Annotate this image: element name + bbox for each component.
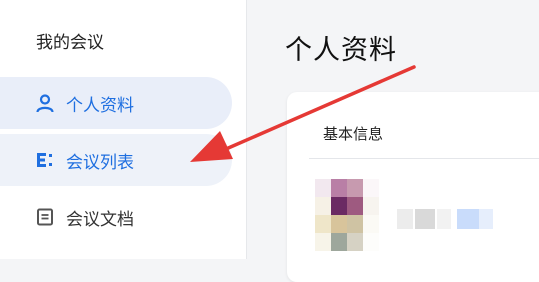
avatar xyxy=(315,179,379,251)
sidebar: 我的会议 个人资料 会议列表 会议文档 xyxy=(0,0,247,259)
profile-card: 基本信息 xyxy=(287,92,539,282)
blurred-tag xyxy=(479,209,493,229)
blurred-tag xyxy=(457,209,479,229)
sidebar-item-meeting-docs[interactable]: 会议文档 xyxy=(0,191,232,243)
sidebar-item-profile[interactable]: 个人资料 xyxy=(0,77,232,129)
blurred-name xyxy=(415,209,435,229)
list-icon xyxy=(34,149,56,171)
card-header: 基本信息 xyxy=(287,92,539,162)
sidebar-item-label: 会议列表 xyxy=(66,152,134,173)
sidebar-item-label: 个人资料 xyxy=(66,95,134,116)
divider xyxy=(309,158,539,159)
person-icon xyxy=(34,92,56,114)
sidebar-title: 我的会议 xyxy=(36,33,104,53)
sidebar-item-meeting-list[interactable]: 会议列表 xyxy=(0,134,232,186)
document-icon xyxy=(34,206,56,228)
blurred-name xyxy=(437,209,451,229)
blurred-name xyxy=(397,209,413,229)
page-title: 个人资料 xyxy=(285,35,397,66)
sidebar-item-label: 会议文档 xyxy=(66,209,134,230)
section-label: 基本信息 xyxy=(323,125,384,143)
